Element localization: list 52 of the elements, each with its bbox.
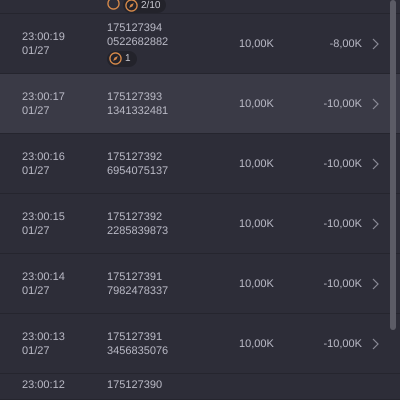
id-text: 175127392 xyxy=(107,150,164,164)
id-text: 175127393 xyxy=(107,90,164,104)
code-text: 3456835076 xyxy=(107,344,170,358)
transaction-row[interactable]: 23:00:17 01/27 175127393 1341332481 10,00K -10,00K xyxy=(0,74,400,134)
date-text: 01/27 xyxy=(22,344,51,358)
date-text: 01/27 xyxy=(22,284,51,298)
chevron-icon xyxy=(372,338,380,350)
amount-text: 10,00K xyxy=(239,38,275,50)
time-text: 23:00:16 xyxy=(22,150,66,164)
change-text: -8,00K xyxy=(328,38,362,50)
id-text: 175127394 xyxy=(107,20,164,34)
chevron-icon xyxy=(372,38,380,50)
time-text: 23:00:12 xyxy=(22,378,66,392)
id-text: 175127391 xyxy=(107,330,164,344)
time-text: 23:00:15 xyxy=(22,210,66,224)
code-text: 7982478337 xyxy=(107,284,170,298)
amount-text: 10,00K xyxy=(239,218,275,230)
amount-text: 10,00K xyxy=(239,278,275,290)
change-text: -10,00K xyxy=(322,158,362,170)
compass-icon xyxy=(109,52,122,65)
compass-icon xyxy=(125,0,138,12)
scrollbar[interactable] xyxy=(390,0,396,330)
chevron-icon xyxy=(372,158,380,170)
date-text: 01/27 xyxy=(22,224,51,238)
amount-text: 10,00K xyxy=(239,338,275,350)
chevron-icon xyxy=(372,98,380,110)
change-text: -10,00K xyxy=(322,338,362,350)
id-text: 175127392 xyxy=(107,210,164,224)
time-text: 23:00:17 xyxy=(22,90,66,104)
code-text: 2285839873 xyxy=(107,224,170,238)
change-text: -10,00K xyxy=(322,98,362,110)
code-text: 0522682882 xyxy=(107,34,170,48)
date-text: 01/27 xyxy=(22,104,51,118)
id-text: 175127391 xyxy=(107,270,164,284)
amount-text: 10,00K xyxy=(239,158,275,170)
date-text: 01/27 xyxy=(22,44,51,58)
time-text: 23:00:13 xyxy=(22,330,66,344)
count-badge: 2/10 xyxy=(123,0,166,13)
time-text: 23:00:19 xyxy=(22,30,66,44)
change-text: -10,00K xyxy=(322,278,362,290)
chevron-icon xyxy=(372,218,380,230)
count-badge: 1 xyxy=(107,50,137,66)
amount-text: 10,00K xyxy=(239,98,275,110)
time-text: 23:00:14 xyxy=(22,270,66,284)
date-text: 01/27 xyxy=(22,164,51,178)
change-text: -10,00K xyxy=(322,218,362,230)
ring-icon xyxy=(107,0,120,10)
chevron-icon xyxy=(372,278,380,290)
id-text: 175127390 xyxy=(107,378,164,392)
transaction-row[interactable]: 2/10 xyxy=(0,0,400,14)
code-text: 6954075137 xyxy=(107,164,170,178)
code-text: 1341332481 xyxy=(107,104,170,118)
